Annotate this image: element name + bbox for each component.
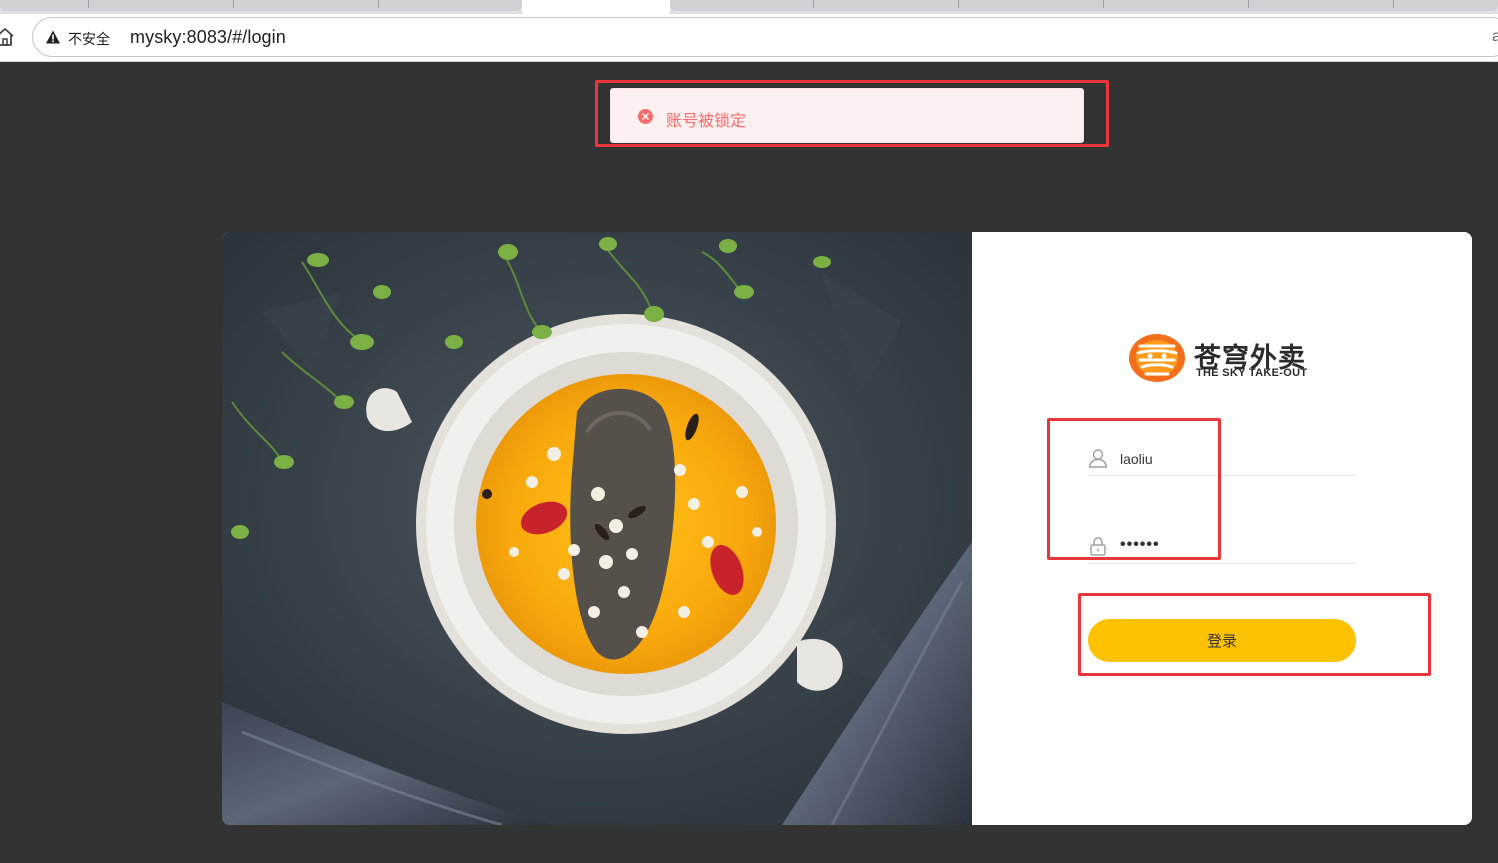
annotation-box-toast: [595, 80, 1109, 147]
security-status-label[interactable]: 不安全: [68, 29, 110, 49]
brand-logo: 苍穹外卖 THE SKY TAKE-OUT: [1128, 332, 1318, 388]
browser-tab[interactable]: [670, 0, 1498, 11]
browser-toolbar: 不安全 mysky:8083/#/login a: [0, 14, 1498, 62]
brand-subtitle: THE SKY TAKE-OUT: [1196, 367, 1308, 379]
browser-tab-strip: [0, 0, 1498, 14]
annotation-box-credentials: [1047, 418, 1221, 560]
annotation-box-login-button: [1078, 593, 1431, 676]
food-photo: [222, 232, 972, 825]
brand-logo-icon: [1128, 332, 1186, 389]
tab-separator: [378, 0, 379, 8]
address-bar[interactable]: 不安全 mysky:8083/#/login a: [32, 17, 1498, 57]
omnibox-end-glyph: a: [1492, 28, 1498, 45]
tab-separator: [1103, 0, 1104, 8]
browser-tab[interactable]: [0, 0, 522, 11]
tab-separator: [958, 0, 959, 8]
tab-separator: [813, 0, 814, 8]
tab-separator: [1393, 0, 1394, 8]
tab-separator: [233, 0, 234, 8]
home-icon[interactable]: [0, 26, 16, 48]
login-card: 苍穹外卖 THE SKY TAKE-OUT 登录: [222, 232, 1472, 825]
url-text[interactable]: mysky:8083/#/login: [130, 27, 286, 48]
browser-tab-active[interactable]: [522, 0, 670, 14]
tab-separator: [88, 0, 89, 8]
tab-separator: [1248, 0, 1249, 8]
warning-icon[interactable]: [45, 29, 61, 45]
